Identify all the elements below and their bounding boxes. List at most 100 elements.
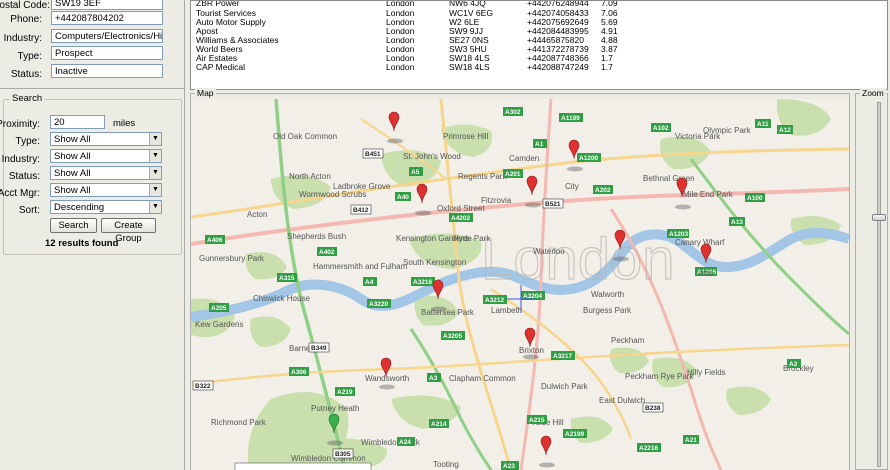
type-row: Type: (0, 49, 42, 65)
phone-row: Phone: (0, 12, 42, 28)
area-label: Peckham (611, 336, 645, 345)
road-badge: A215 (527, 415, 547, 424)
svg-text:A4: A4 (365, 279, 374, 286)
area-label: Brixton (519, 346, 544, 355)
svg-text:A5: A5 (411, 169, 420, 176)
results-list[interactable]: ZBR Power London NW6 4JQ +442076248944 7… (190, 0, 888, 90)
zoom-slider-handle[interactable] (872, 214, 886, 221)
road-badge: A306 (289, 367, 309, 376)
type-field[interactable]: Prospect (51, 46, 163, 60)
search-industry-value: Show All (54, 151, 91, 162)
road-badge: A4202 (449, 213, 473, 222)
svg-text:A40: A40 (397, 194, 409, 201)
road-badge: A201 (503, 169, 523, 178)
svg-text:B238: B238 (645, 405, 661, 412)
proximity-input[interactable]: 20 (50, 115, 105, 129)
svg-text:A214: A214 (431, 421, 447, 428)
chevron-down-icon[interactable]: ▼ (149, 201, 161, 213)
svg-text:A205: A205 (211, 305, 227, 312)
area-label: Hyde Park (453, 234, 491, 243)
area-label: Mile End Park (683, 190, 734, 199)
area-label: Waterloo (533, 247, 565, 256)
area-label: St. John's Wood (403, 152, 461, 161)
svg-text:B349: B349 (311, 345, 327, 352)
road-badge: A1200 (577, 153, 601, 162)
status-row: Status: (0, 67, 42, 83)
area-label: Regents Park (458, 172, 507, 181)
status-field[interactable]: Inactive (51, 64, 163, 78)
zoom-slider-track[interactable] (877, 102, 881, 467)
svg-text:A13: A13 (731, 219, 743, 226)
svg-text:A1200: A1200 (579, 155, 599, 162)
road-badge: A102 (651, 123, 671, 132)
svg-text:A21: A21 (685, 437, 697, 444)
industry-row: Industry: (0, 31, 42, 47)
map-pin-icon[interactable] (415, 183, 431, 216)
acct-mgr-select[interactable]: Show All ▼ (50, 183, 162, 197)
chevron-down-icon[interactable]: ▼ (149, 133, 161, 145)
svg-text:A102: A102 (653, 125, 669, 132)
list-item[interactable]: CAP Medical London SW18 4LS +44208874724… (191, 62, 887, 72)
chevron-down-icon[interactable]: ▼ (149, 167, 161, 179)
svg-text:A3: A3 (429, 375, 438, 382)
road-badge: A11 (755, 119, 771, 128)
road-badge: A100 (745, 193, 765, 202)
sort-select[interactable]: Descending ▼ (50, 200, 162, 214)
svg-text:A2199: A2199 (565, 431, 585, 438)
road-badge: B451 (362, 148, 384, 159)
chevron-down-icon[interactable]: ▼ (149, 184, 161, 196)
result-name: CAP Medical (196, 62, 245, 72)
road-badge: B349 (308, 342, 330, 353)
road-badge: A3 (427, 373, 441, 382)
result-distance: 7.09 (601, 0, 618, 8)
road-badge: A315 (277, 273, 297, 282)
search-industry-row: Industry: (0, 152, 40, 168)
road-badge: A406 (205, 235, 225, 244)
area-label: Dulwich Park (541, 382, 589, 391)
road-badge: A302 (503, 107, 523, 116)
road-badge: A1203 (667, 229, 689, 238)
area-label: Chiswick House (253, 294, 310, 303)
map-pin-icon[interactable] (539, 435, 555, 468)
road-badge: A205 (209, 303, 229, 312)
sort-label: Sort: (18, 205, 40, 216)
area-label: Putney Heath (311, 404, 359, 413)
area-label: East Dulwich (599, 396, 645, 405)
svg-text:B322: B322 (195, 383, 211, 390)
area-label: Clapham Common (449, 374, 516, 383)
map-view[interactable]: London Old Oak Common St. John's Wood No… (191, 99, 849, 470)
search-status-value: Show All (54, 168, 91, 179)
search-type-select[interactable]: Show All ▼ (50, 132, 162, 146)
industry-field[interactable]: Computers/Electronics/High Tech (51, 29, 163, 43)
search-button[interactable]: Search (50, 218, 97, 233)
svg-text:A12: A12 (779, 127, 791, 134)
phone-field[interactable]: +442087804202 (51, 11, 163, 25)
svg-text:A3205: A3205 (443, 333, 463, 340)
acct-mgr-value: Show All (54, 185, 91, 196)
svg-text:A201: A201 (505, 171, 521, 178)
area-label: Oxford Street (437, 204, 485, 213)
search-industry-select[interactable]: Show All ▼ (50, 149, 162, 163)
road-badge: A1 (533, 139, 547, 148)
road-badge: A3205 (441, 331, 465, 340)
list-item[interactable]: ZBR Power London NW6 4JQ +442076248944 7… (191, 0, 887, 8)
road-badge: A2 (787, 359, 801, 368)
acct-mgr-label: Acct Mgr: (0, 188, 40, 199)
postal-code-field[interactable]: SW19 3EF (51, 0, 163, 10)
road-badge: A3217 (551, 351, 575, 360)
svg-text:A219: A219 (337, 389, 353, 396)
svg-text:A3216: A3216 (413, 279, 433, 286)
create-group-button[interactable]: Create Group (101, 218, 156, 244)
road-badge: B521 (542, 198, 564, 209)
road-badge: A13 (729, 217, 745, 226)
road-badge: A5 (409, 167, 423, 176)
result-phone: +442088747249 (527, 62, 589, 72)
map-canvas[interactable]: London Old Oak Common St. John's Wood No… (191, 99, 849, 470)
map-callout (234, 462, 372, 470)
map-watermark: London (481, 227, 675, 292)
type-label: Type: (17, 51, 42, 62)
area-label: Wandsworth (365, 374, 409, 383)
chevron-down-icon[interactable]: ▼ (149, 150, 161, 162)
road-badge: A40 (395, 192, 411, 201)
search-status-select[interactable]: Show All ▼ (50, 166, 162, 180)
